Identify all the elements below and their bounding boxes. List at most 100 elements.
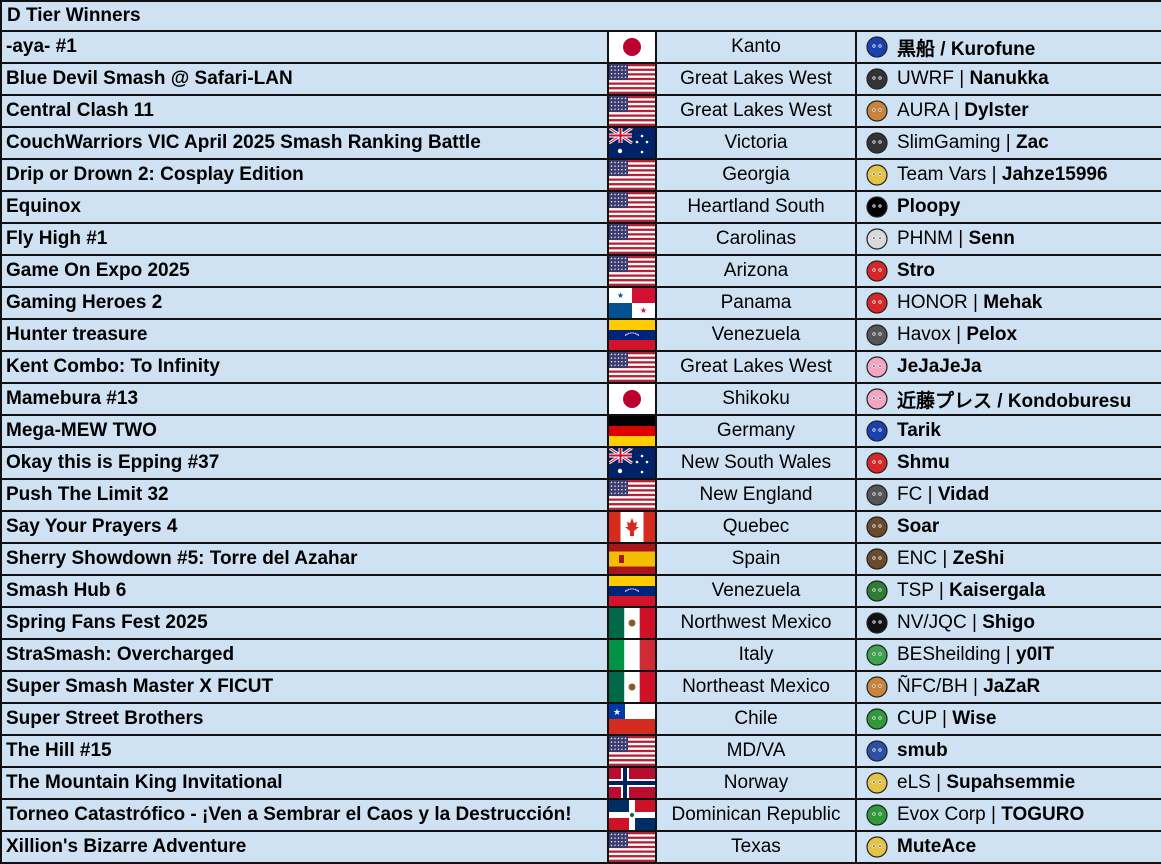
tournament-name[interactable]: Okay this is Epping #37 xyxy=(0,446,609,480)
player-name[interactable]: MuteAce xyxy=(897,836,976,857)
player-name[interactable]: 近藤プレス / Kondoburesu xyxy=(897,391,1131,412)
tournament-name[interactable]: Say Your Prayers 4 xyxy=(0,510,609,544)
player-name[interactable]: Wise xyxy=(952,708,996,729)
tournament-name-text[interactable]: Fly High #1 xyxy=(6,228,107,249)
tournament-name[interactable]: Game On Expo 2025 xyxy=(0,254,609,288)
player-name[interactable]: Senn xyxy=(968,228,1014,249)
tournament-name[interactable]: Central Clash 11 xyxy=(0,94,609,128)
player-name[interactable]: Soar xyxy=(897,516,939,537)
winner-name[interactable]: smub xyxy=(897,740,948,762)
winner-name[interactable]: PHNM | Senn xyxy=(897,228,1015,250)
tournament-name-text[interactable]: Blue Devil Smash @ Safari-LAN xyxy=(6,68,293,89)
winner-name[interactable]: MuteAce xyxy=(897,836,976,858)
tournament-name-text[interactable]: CouchWarriors VIC April 2025 Smash Ranki… xyxy=(6,132,481,153)
tournament-name-text[interactable]: -aya- #1 xyxy=(6,36,77,57)
player-name[interactable]: Ploopy xyxy=(897,196,960,217)
tournament-name[interactable]: The Hill #15 xyxy=(0,734,609,768)
player-name[interactable]: Pelox xyxy=(966,324,1017,345)
player-name[interactable]: Jahze15996 xyxy=(1002,164,1108,185)
winner-name[interactable]: Ploopy xyxy=(897,196,960,218)
tournament-name[interactable]: -aya- #1 xyxy=(0,30,609,64)
tournament-name-text[interactable]: The Hill #15 xyxy=(6,740,112,761)
tournament-name-text[interactable]: Super Smash Master X FICUT xyxy=(6,676,273,697)
tournament-name-text[interactable]: Game On Expo 2025 xyxy=(6,260,190,281)
winner-name[interactable]: Shmu xyxy=(897,452,950,474)
tournament-name-text[interactable]: Push The Limit 32 xyxy=(6,484,169,505)
tournament-name-text[interactable]: Sherry Showdown #5: Torre del Azahar xyxy=(6,548,358,569)
tournament-name-text[interactable]: Super Street Brothers xyxy=(6,708,203,729)
tournament-name[interactable]: CouchWarriors VIC April 2025 Smash Ranki… xyxy=(0,126,609,160)
player-name[interactable]: Dylster xyxy=(964,100,1028,121)
winner-name[interactable]: 近藤プレス / Kondoburesu xyxy=(897,386,1131,413)
winner-name[interactable]: eLS | Supahsemmie xyxy=(897,772,1075,794)
player-name[interactable]: Mehak xyxy=(983,292,1042,313)
winner-name[interactable]: ENC | ZeShi xyxy=(897,548,1004,570)
tournament-name-text[interactable]: Kent Combo: To Infinity xyxy=(6,356,220,377)
player-name[interactable]: Shmu xyxy=(897,452,950,473)
tournament-name[interactable]: Fly High #1 xyxy=(0,222,609,256)
tournament-name-text[interactable]: Xillion's Bizarre Adventure xyxy=(6,836,246,857)
tournament-name[interactable]: Blue Devil Smash @ Safari-LAN xyxy=(0,62,609,96)
winner-name[interactable]: FC | Vidad xyxy=(897,484,989,506)
winner-name[interactable]: Havox | Pelox xyxy=(897,324,1017,346)
tournament-name[interactable]: Smash Hub 6 xyxy=(0,574,609,608)
tournament-name[interactable]: Gaming Heroes 2 xyxy=(0,286,609,320)
player-name[interactable]: ZeShi xyxy=(953,548,1005,569)
winner-name[interactable]: Evox Corp | TOGURO xyxy=(897,804,1084,826)
tournament-name-text[interactable]: Central Clash 11 xyxy=(6,100,154,121)
tournament-name-text[interactable]: Drip or Drown 2: Cosplay Edition xyxy=(6,164,304,185)
tournament-name[interactable]: Hunter treasure xyxy=(0,318,609,352)
player-name[interactable]: Supahsemmie xyxy=(946,772,1075,793)
winner-name[interactable]: NV/JQC | Shigo xyxy=(897,612,1035,634)
tournament-name[interactable]: Super Street Brothers xyxy=(0,702,609,736)
tournament-name-text[interactable]: Torneo Catastrófico - ¡Ven a Sembrar el … xyxy=(6,804,572,825)
tournament-name[interactable]: Mamebura #13 xyxy=(0,382,609,416)
player-name[interactable]: TOGURO xyxy=(1001,804,1084,825)
player-name[interactable]: Zac xyxy=(1016,132,1049,153)
tournament-name-text[interactable]: Gaming Heroes 2 xyxy=(6,292,162,313)
tournament-name[interactable]: Kent Combo: To Infinity xyxy=(0,350,609,384)
winner-name[interactable]: UWRF | Nanukka xyxy=(897,68,1049,90)
tournament-name[interactable]: Drip or Drown 2: Cosplay Edition xyxy=(0,158,609,192)
tournament-name[interactable]: Spring Fans Fest 2025 xyxy=(0,606,609,640)
tournament-name-text[interactable]: The Mountain King Invitational xyxy=(6,772,283,793)
tournament-name-text[interactable]: Equinox xyxy=(6,196,81,217)
winner-name[interactable]: BESheilding | y0IT xyxy=(897,644,1054,666)
winner-name[interactable]: Team Vars | Jahze15996 xyxy=(897,164,1108,186)
tournament-name-text[interactable]: Smash Hub 6 xyxy=(6,580,126,601)
player-name[interactable]: Nanukka xyxy=(969,68,1048,89)
tournament-name-text[interactable]: StraSmash: Overcharged xyxy=(6,644,234,665)
tournament-name[interactable]: Xillion's Bizarre Adventure xyxy=(0,830,609,864)
tournament-name[interactable]: Push The Limit 32 xyxy=(0,478,609,512)
tournament-name-text[interactable]: Say Your Prayers 4 xyxy=(6,516,177,537)
winner-name[interactable]: JeJaJeJa xyxy=(897,356,982,378)
player-name[interactable]: smub xyxy=(897,740,948,761)
winner-name[interactable]: HONOR | Mehak xyxy=(897,292,1042,314)
winner-name[interactable]: AURA | Dylster xyxy=(897,100,1029,122)
player-name[interactable]: JeJaJeJa xyxy=(897,356,982,377)
tournament-name[interactable]: Mega-MEW TWO xyxy=(0,414,609,448)
winner-name[interactable]: Soar xyxy=(897,516,939,538)
player-name[interactable]: Tarik xyxy=(897,420,941,441)
winner-name[interactable]: Tarik xyxy=(897,420,941,442)
player-name[interactable]: Kaisergala xyxy=(949,580,1045,601)
winner-name[interactable]: Stro xyxy=(897,260,935,282)
winner-name[interactable]: 黒船 / Kurofune xyxy=(897,34,1035,61)
player-name[interactable]: Stro xyxy=(897,260,935,281)
player-name[interactable]: y0IT xyxy=(1016,644,1054,665)
player-name[interactable]: 黒船 / Kurofune xyxy=(897,39,1035,60)
tournament-name-text[interactable]: Mamebura #13 xyxy=(6,388,138,409)
tournament-name[interactable]: Super Smash Master X FICUT xyxy=(0,670,609,704)
tournament-name-text[interactable]: Okay this is Epping #37 xyxy=(6,452,219,473)
winner-name[interactable]: SlimGaming | Zac xyxy=(897,132,1049,154)
tournament-name-text[interactable]: Mega-MEW TWO xyxy=(6,420,157,441)
tournament-name[interactable]: Equinox xyxy=(0,190,609,224)
winner-name[interactable]: TSP | Kaisergala xyxy=(897,580,1045,602)
tournament-name[interactable]: Torneo Catastrófico - ¡Ven a Sembrar el … xyxy=(0,798,609,832)
tournament-name[interactable]: StraSmash: Overcharged xyxy=(0,638,609,672)
tournament-name-text[interactable]: Hunter treasure xyxy=(6,324,148,345)
winner-name[interactable]: ÑFC/BH | JaZaR xyxy=(897,676,1040,698)
player-name[interactable]: Vidad xyxy=(938,484,989,505)
tournament-name[interactable]: Sherry Showdown #5: Torre del Azahar xyxy=(0,542,609,576)
tournament-name[interactable]: The Mountain King Invitational xyxy=(0,766,609,800)
